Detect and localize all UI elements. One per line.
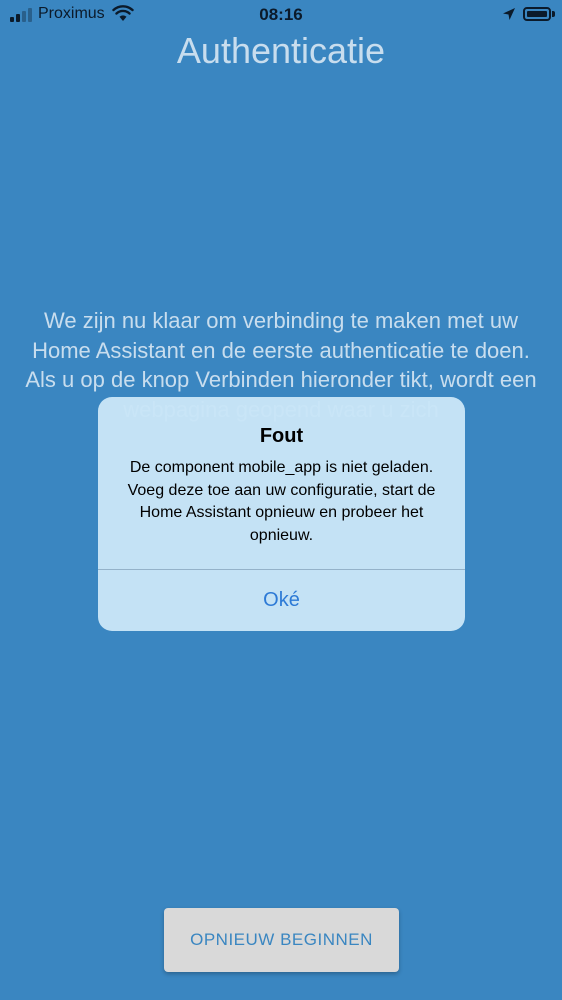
alert-title: Fout [259,425,304,447]
status-bar: Proximus 08:16 [0,0,562,30]
battery-tip [552,11,555,17]
clock: 08:16 [259,5,303,24]
error-alert-dialog: Fout De component mobile_app is niet gel… [98,397,465,631]
battery-icon [523,7,551,21]
alert-message: De component mobile_app is niet geladen.… [127,459,436,544]
alert-ok-button[interactable]: Oké [98,570,465,631]
restart-button[interactable]: OPNIEUW BEGINNEN [164,908,399,972]
location-arrow-icon [503,8,515,20]
page-title: Authenticatie [176,30,386,71]
